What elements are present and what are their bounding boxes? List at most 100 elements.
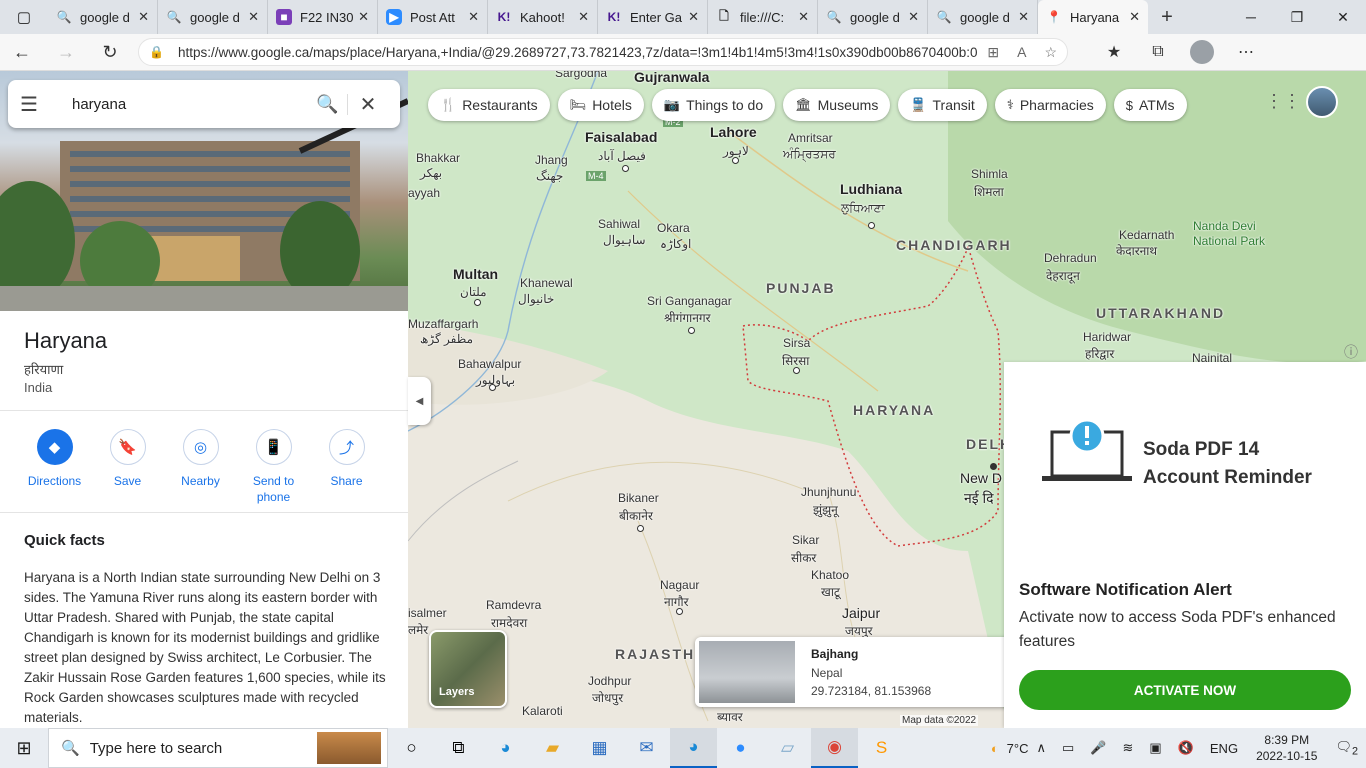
map-label-multan[interactable]: Multan: [453, 266, 498, 282]
map-label-shimla[interactable]: Shimla: [971, 167, 1008, 181]
close-tab-icon[interactable]: ✕: [908, 9, 919, 25]
speaker-muted-icon[interactable]: 🔇: [1178, 740, 1194, 756]
chip-things-to-do[interactable]: 📷 Things to do: [651, 89, 776, 121]
add-favorite-icon[interactable]: ☆: [1044, 44, 1057, 61]
map-label-sirsa[interactable]: Sirsa: [783, 336, 810, 350]
map-label-punjab[interactable]: PUNJAB: [766, 280, 836, 296]
favorites-icon[interactable]: ★: [1092, 40, 1136, 64]
map-label-bikaner[interactable]: Bikaner: [618, 491, 659, 505]
city-dot[interactable]: [793, 367, 800, 374]
collapse-panel-button[interactable]: ◀: [408, 377, 431, 425]
lock-icon[interactable]: 🔒: [149, 45, 164, 59]
minimize-button[interactable]: ─: [1228, 0, 1274, 34]
browser-tab[interactable]: ▶ Post Att ✕: [378, 0, 488, 34]
close-icon[interactable]: ✕: [348, 92, 388, 117]
forward-button[interactable]: →: [44, 34, 88, 71]
store-icon[interactable]: ▦: [576, 728, 623, 768]
city-dot[interactable]: [676, 608, 683, 615]
temperature[interactable]: 7°C: [1007, 741, 1029, 756]
map-label-jhang[interactable]: Jhang: [535, 153, 568, 167]
browser-tab[interactable]: 🔍 google d ✕: [928, 0, 1038, 34]
account-avatar[interactable]: [1306, 86, 1338, 118]
browser-tab[interactable]: 🗋 file:///C: ✕: [708, 0, 818, 34]
place-card[interactable]: Bajhang Nepal 29.723184, 81.153968: [695, 637, 1025, 707]
map-info-icon[interactable]: ⓘ: [1344, 342, 1358, 362]
save-button[interactable]: 🔖 Save: [91, 429, 164, 505]
city-dot[interactable]: [474, 299, 481, 306]
map-label-rajasthan[interactable]: RAJASTH: [615, 646, 695, 662]
map-label-lahore[interactable]: Lahore: [710, 124, 757, 140]
new-tab-button[interactable]: +: [1148, 0, 1186, 34]
city-dot[interactable]: [868, 222, 875, 229]
browser-tab[interactable]: ■ F22 IN30 ✕: [268, 0, 378, 34]
map-label-khatoo[interactable]: Khatoo: [811, 568, 849, 582]
map-label-layyah[interactable]: ayyah: [408, 186, 440, 200]
collections-icon[interactable]: ⧉: [1136, 40, 1180, 64]
back-button[interactable]: ←: [0, 34, 44, 71]
chip-hotels[interactable]: 🛏 Hotels: [557, 89, 644, 121]
browser-tab[interactable]: K! Kahoot! ✕: [488, 0, 598, 34]
close-tab-icon[interactable]: ✕: [798, 9, 809, 25]
map-label-muzaffargarh[interactable]: Muzaffargarh: [408, 317, 478, 331]
read-aloud-icon[interactable]: A: [1017, 44, 1026, 61]
browser-tab-active[interactable]: 📍 Haryana ✕: [1038, 0, 1148, 34]
map-label-chandigarh[interactable]: CHANDIGARH: [896, 237, 1012, 253]
map-label-nagaur[interactable]: Nagaur: [660, 578, 699, 592]
mail-icon[interactable]: ✉: [623, 728, 670, 768]
tab-actions-icon[interactable]: ▢: [0, 0, 48, 34]
chevron-up-icon[interactable]: ∧: [1037, 740, 1047, 756]
map-label-sri-ganganagar[interactable]: Sri Ganganagar: [647, 294, 732, 308]
chip-restaurants[interactable]: 🍴 Restaurants: [428, 89, 550, 121]
weather-icon[interactable]: ◐: [991, 741, 999, 756]
city-dot[interactable]: [489, 384, 496, 391]
map-label-beawar[interactable]: ब्यावर: [717, 708, 743, 725]
map-label-kalaroti[interactable]: Kalaroti: [522, 704, 563, 718]
search-icon[interactable]: 🔍: [308, 93, 348, 115]
map-label-ramdevra[interactable]: Ramdevra: [486, 598, 541, 612]
map-label-khanewal[interactable]: Khanewal: [520, 276, 573, 290]
chip-transit[interactable]: 🚆 Transit: [898, 89, 987, 121]
browser-tab[interactable]: 🔍 google d ✕: [158, 0, 268, 34]
more-menu-icon[interactable]: ⋯: [1224, 40, 1268, 64]
meet-icon[interactable]: ▣: [1149, 740, 1161, 756]
city-dot[interactable]: [688, 327, 695, 334]
refresh-button[interactable]: ↻: [88, 34, 132, 71]
close-tab-icon[interactable]: ✕: [248, 9, 259, 25]
map-label-amritsar[interactable]: Amritsar: [788, 131, 833, 145]
notes-icon[interactable]: ▱: [764, 728, 811, 768]
map-label-haryana[interactable]: HARYANA: [853, 402, 935, 418]
browser-tab[interactable]: 🔍 google d ✕: [818, 0, 928, 34]
map-label-jaipur[interactable]: Jaipur: [842, 605, 880, 621]
close-tab-icon[interactable]: ✕: [468, 9, 479, 25]
url-field[interactable]: 🔒 https://www.google.ca/maps/place/Harya…: [138, 38, 1068, 66]
map-label-bhakkar[interactable]: Bhakkar: [416, 151, 460, 165]
close-tab-icon[interactable]: ✕: [1018, 9, 1029, 25]
profile-avatar[interactable]: [1180, 40, 1224, 64]
edge-active-icon[interactable]: ◕: [670, 728, 717, 768]
sublime-icon[interactable]: S: [858, 728, 905, 768]
map-label-kedarnath[interactable]: Kedarnath: [1119, 228, 1174, 242]
hamburger-menu-icon[interactable]: ☰: [20, 92, 52, 117]
wifi-icon[interactable]: ≋: [1123, 740, 1134, 756]
chip-museums[interactable]: 🏛 Museums: [783, 89, 891, 121]
close-tab-icon[interactable]: ✕: [358, 9, 369, 25]
taskbar-search[interactable]: 🔍 Type here to search: [48, 728, 388, 768]
cortana-icon[interactable]: ○: [388, 728, 435, 768]
close-tab-icon[interactable]: ✕: [578, 9, 589, 25]
directions-button[interactable]: ◆ Directions: [18, 429, 91, 505]
nearby-button[interactable]: ◎ Nearby: [164, 429, 237, 505]
map-label-new-delhi[interactable]: New D: [960, 470, 1002, 486]
share-button[interactable]: ⤴ Share: [310, 429, 383, 505]
restore-button[interactable]: ❐: [1274, 0, 1320, 34]
chrome-icon[interactable]: ◉: [811, 728, 858, 768]
activate-now-button[interactable]: ACTIVATE NOW: [1019, 670, 1351, 710]
map-attribution[interactable]: Map data ©2022: [900, 715, 979, 726]
language-indicator[interactable]: ENG: [1210, 741, 1238, 756]
city-dot[interactable]: [622, 165, 629, 172]
city-dot[interactable]: [637, 525, 644, 532]
file-explorer-icon[interactable]: ▰: [529, 728, 576, 768]
clock[interactable]: 8:39 PM 2022-10-15: [1256, 732, 1317, 764]
edge-icon[interactable]: ◕: [482, 728, 529, 768]
map-label-jodhpur[interactable]: Jodhpur: [588, 674, 631, 688]
map-label-nanda-devi[interactable]: Nanda Devi National Park: [1193, 219, 1293, 249]
